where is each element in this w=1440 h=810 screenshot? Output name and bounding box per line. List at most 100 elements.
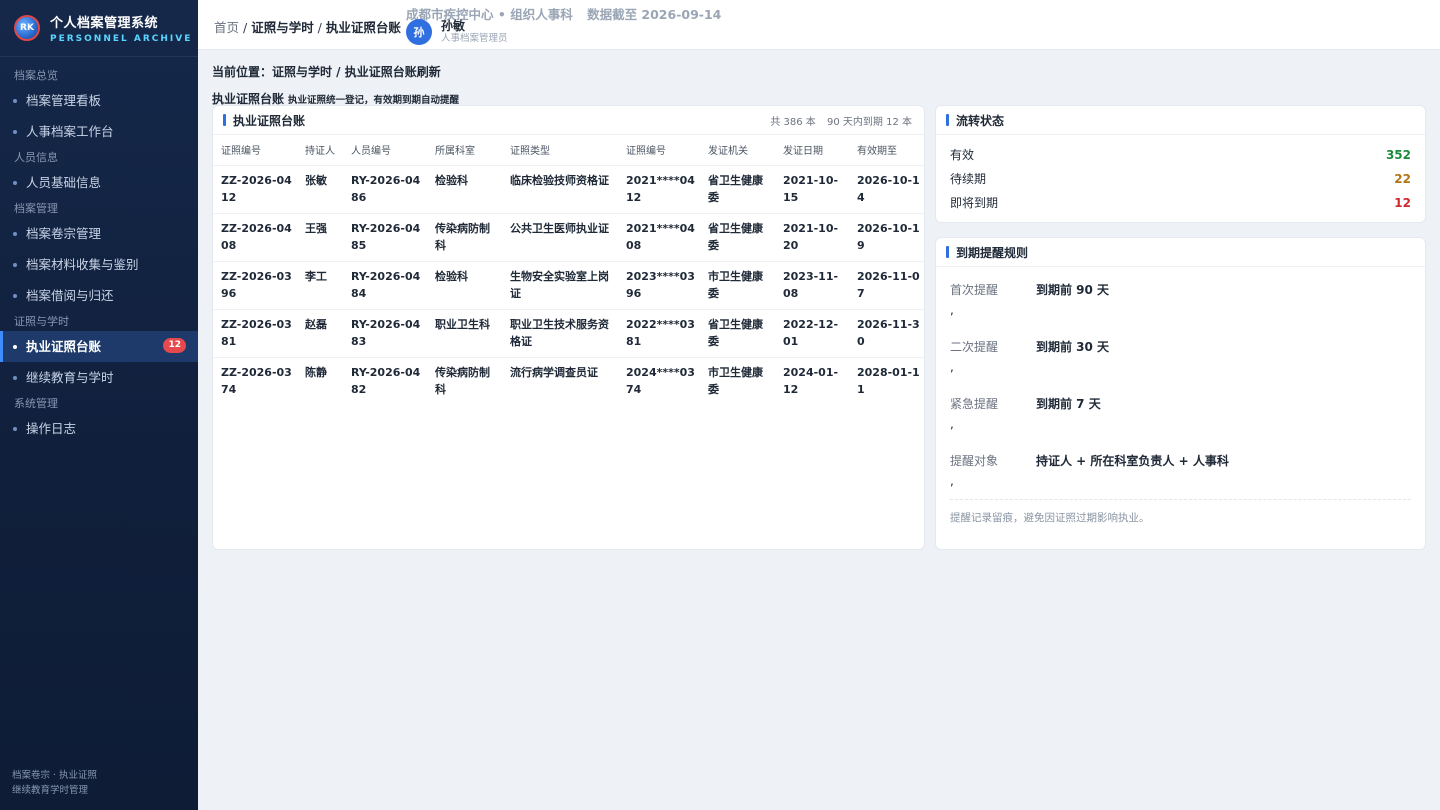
sidebar-item-label: 档案管理看板 xyxy=(26,93,102,108)
nav-group-label: 档案管理 xyxy=(14,202,58,215)
column-header[interactable]: 证照编号 xyxy=(213,135,297,166)
bullet-icon xyxy=(13,345,17,349)
breadcrumb-home[interactable]: 首页 xyxy=(214,20,239,35)
sidebar-item-borrow-return[interactable]: 档案借阅与归还 xyxy=(0,280,198,311)
sidebar-item-label: 操作日志 xyxy=(26,421,77,436)
sidebar-item-dashboard[interactable]: 档案管理看板 xyxy=(0,85,198,116)
table-cell: 2023****0396 xyxy=(618,261,700,310)
table-cell: 省卫生健康委 xyxy=(700,309,775,358)
avatar: 孙 xyxy=(406,19,432,45)
breadcrumb: 首页 / 证照与学时 / 执业证照台账 xyxy=(214,17,401,36)
table-row[interactable]: ZZ-2026-0374 陈静 RY-2026-0482 传染病防制科 流行病学调查员证… xyxy=(213,357,924,405)
accent-bar xyxy=(223,114,226,126)
rule-trail: , xyxy=(950,303,954,317)
table-row[interactable]: ZZ-2026-0396 李工 RY-2026-0484 检验科 生物安全实验室上岗证 2… xyxy=(213,261,924,310)
table-cell: 临床检验技师资格证 xyxy=(502,165,618,214)
table-cell: 2021-10-20 xyxy=(775,213,849,262)
nav-group-label: 人员信息 xyxy=(14,151,58,164)
table-cell: 职业卫生科 xyxy=(427,309,502,358)
sidebar-footer-line: 档案卷宗 · 执业证照 xyxy=(12,770,98,781)
table-cell: ZZ-2026-0408 xyxy=(213,213,297,262)
rule-trail: , xyxy=(950,417,954,431)
rule-item: 二次提醒 到期前 30 天 , xyxy=(950,332,1411,389)
column-header[interactable]: 所属科室 xyxy=(427,135,502,166)
breadcrumb-current: 执业证照台账 xyxy=(325,20,401,35)
sidebar-nav: 档案总览 档案管理看板 人事档案工作台 人员信息 人员基础信息 档案管理 档案卷… xyxy=(0,57,198,444)
sidebar-item-license-ledger[interactable]: 执业证照台账 12 xyxy=(0,331,198,362)
table-cell: 2028-01-11 xyxy=(857,365,920,396)
table-cell: 市卫生健康委 xyxy=(708,365,763,396)
accent-bar xyxy=(946,114,949,126)
total-count: 共 386 本 xyxy=(770,116,816,128)
status-label: 待续期 xyxy=(950,172,987,186)
table-cell: 2022****0381 xyxy=(618,309,700,358)
ledger-summary: 共 386 本 90 天内到期 12 本 xyxy=(770,113,912,128)
nav-group-label: 系统管理 xyxy=(14,397,58,410)
expiring-count: 90 天内到期 12 本 xyxy=(827,116,912,128)
rule-trail: , xyxy=(950,474,954,488)
app-subtitle: PERSONNEL ARCHIVE xyxy=(50,34,193,44)
table-cell: 2021****0412 xyxy=(618,165,700,214)
table-cell: RY-2026-0484 xyxy=(343,261,427,310)
table-cell: 传染病防制科 xyxy=(435,365,490,396)
table-row[interactable]: ZZ-2026-0381 赵磊 RY-2026-0483 职业卫生科 职业卫生技术服务资… xyxy=(213,309,924,358)
status-row-renewal[interactable]: 待续期 22 xyxy=(950,167,1411,191)
user-menu[interactable]: 孙 孙敏 人事档案管理员 xyxy=(406,19,508,45)
brand[interactable]: RK 个人档案管理系统 PERSONNEL ARCHIVE xyxy=(0,0,198,57)
bullet-icon xyxy=(13,376,17,380)
sidebar-item-label: 档案材料收集与鉴别 xyxy=(26,257,139,272)
sidebar-item-workbench[interactable]: 人事档案工作台 xyxy=(0,116,198,147)
rule-value: 到期前 30 天 xyxy=(1036,340,1110,354)
rule-key: 紧急提醒 xyxy=(950,397,999,411)
bullet-icon xyxy=(13,263,17,267)
table-row[interactable]: ZZ-2026-0412 张敏 RY-2026-0486 检验科 临床检验技师资格证 20… xyxy=(213,165,924,214)
rule-value: 到期前 7 天 xyxy=(1036,397,1101,411)
table-cell: ZZ-2026-0381 xyxy=(213,309,297,358)
column-header[interactable]: 发证机关 xyxy=(700,135,775,166)
column-header[interactable]: 人员编号 xyxy=(343,135,427,166)
table-cell: 2024****0374 xyxy=(626,365,695,396)
sidebar-item-continuing-education[interactable]: 继续教育与学时 xyxy=(0,362,198,393)
table-cell: ZZ-2026-0412 xyxy=(213,165,297,214)
table-cell: 省卫生健康委 xyxy=(700,165,775,214)
table-cell: 传染病防制科 xyxy=(427,213,502,262)
sidebar-item-archive-files[interactable]: 档案卷宗管理 xyxy=(0,218,198,249)
sidebar: RK 个人档案管理系统 PERSONNEL ARCHIVE 档案总览 档案管理看… xyxy=(0,0,198,810)
sidebar-item-operation-log[interactable]: 操作日志 xyxy=(0,413,198,444)
card-title: 到期提醒规则 xyxy=(956,245,1029,260)
user-name: 孙敏 xyxy=(441,19,466,33)
table-cell: 李工 xyxy=(297,261,343,310)
table-cell: 2021****0408 xyxy=(618,213,700,262)
bullet-icon xyxy=(13,130,17,134)
breadcrumb-section[interactable]: 证照与学时 xyxy=(251,20,314,35)
sidebar-item-label: 档案卷宗管理 xyxy=(26,226,102,241)
table-cell: 2026-11-30 xyxy=(849,309,924,358)
sidebar-footer: 档案卷宗 · 执业证照 继续教育学时管理 xyxy=(12,768,97,798)
status-label: 即将到期 xyxy=(950,196,999,210)
column-header[interactable]: 发证日期 xyxy=(775,135,849,166)
rule-trail: , xyxy=(950,360,954,374)
app-logo: RK xyxy=(14,15,40,41)
status-row-expiring[interactable]: 即将到期 12 xyxy=(950,191,1411,215)
table-cell: 2026-10-14 xyxy=(849,165,924,214)
column-header[interactable]: 证照编号 xyxy=(618,135,700,166)
table-cell: 流行病学调查员证 xyxy=(510,365,598,379)
data-date: 数据截至 2026-09-14 xyxy=(587,7,722,22)
table-cell: 2026-11-07 xyxy=(849,261,924,310)
table-row[interactable]: ZZ-2026-0408 王强 RY-2026-0485 传染病防制科 公共卫生医师执业… xyxy=(213,213,924,262)
column-header[interactable]: 有效期至 xyxy=(849,135,924,166)
table-cell: 市卫生健康委 xyxy=(700,261,775,310)
table-cell: 检验科 xyxy=(427,261,502,310)
table-cell: 陈静 xyxy=(305,365,327,379)
column-header[interactable]: 证照类型 xyxy=(502,135,618,166)
rule-key: 首次提醒 xyxy=(950,283,999,297)
sidebar-item-material-collection[interactable]: 档案材料收集与鉴别 xyxy=(0,249,198,280)
sidebar-item-label: 继续教育与学时 xyxy=(26,370,114,385)
status-row-valid[interactable]: 有效 352 xyxy=(950,143,1411,167)
table-cell: 王强 xyxy=(297,213,343,262)
status-label: 有效 xyxy=(950,148,975,162)
column-header[interactable]: 持证人 xyxy=(297,135,343,166)
table-cell: 职业卫生技术服务资格证 xyxy=(502,309,618,358)
sidebar-item-personnel-info[interactable]: 人员基础信息 xyxy=(0,167,198,198)
table-cell: ZZ-2026-0374 xyxy=(221,365,292,396)
